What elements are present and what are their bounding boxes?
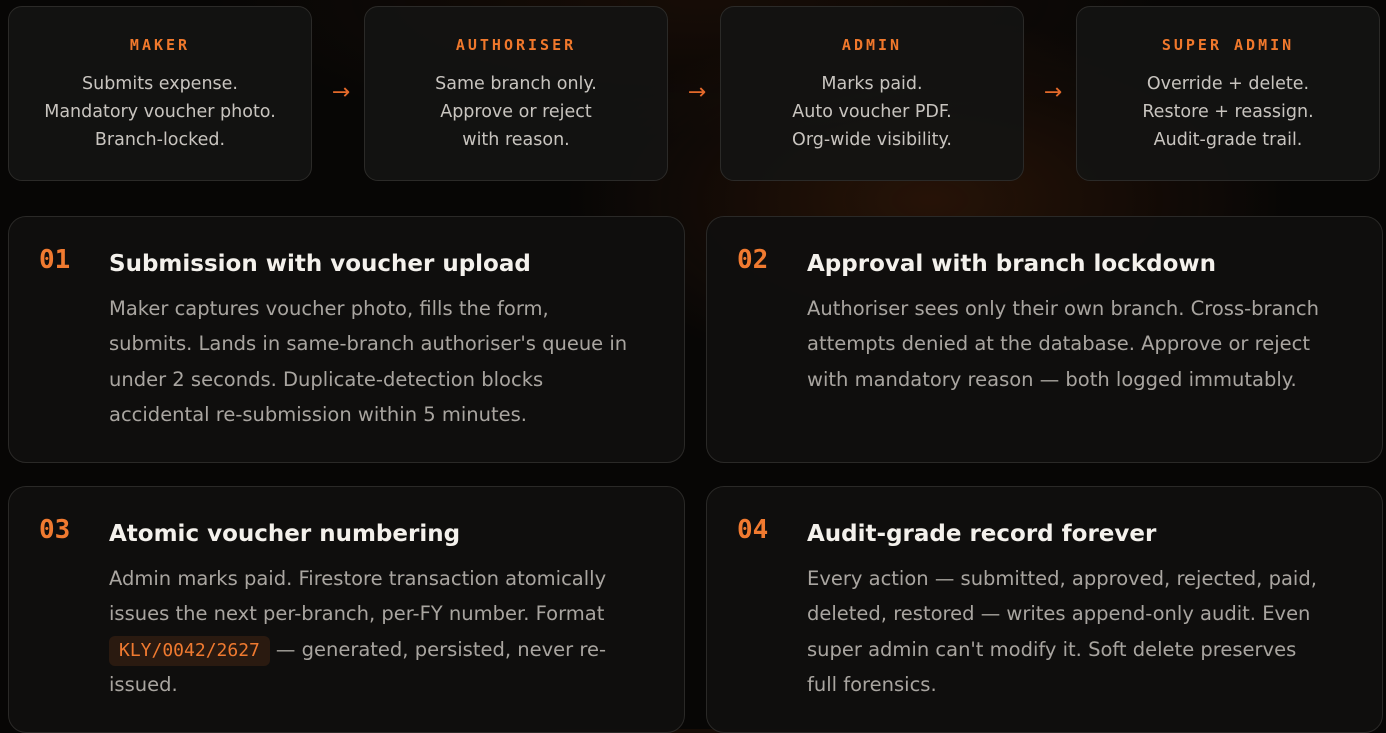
feature-line: super admin can't modify it. Soft delete… — [807, 637, 1297, 661]
feature-line: attempts denied at the database. Approve… — [807, 332, 1311, 356]
role-flow: MAKER Submits expense. Mandatory voucher… — [8, 6, 1382, 183]
feature-card-voucher-numbering: 03 Atomic voucher numbering Admin marks … — [8, 486, 685, 733]
role-card-authoriser: AUTHORISER Same branch only. Approve or … — [364, 6, 668, 181]
feature-description: Maker captures voucher photo, fills the … — [109, 291, 669, 432]
feature-description: Every action — submitted, approved, reje… — [807, 561, 1367, 702]
flow-arrow-icon: → — [687, 80, 707, 105]
feature-description: Authoriser sees only their own branch. C… — [807, 291, 1367, 397]
role-title: AUTHORISER — [455, 36, 577, 54]
feature-number: 03 — [39, 515, 71, 545]
feature-line: issued. — [109, 672, 178, 696]
role-line: Org-wide visibility. — [792, 130, 952, 150]
feature-number: 04 — [737, 515, 769, 545]
feature-line: accidental re-submission within 5 minute… — [109, 402, 527, 426]
role-line: Mandatory voucher photo. — [44, 102, 276, 122]
role-description: Submits expense. Mandatory voucher photo… — [9, 70, 311, 154]
feature-line: with mandatory reason — both logged immu… — [807, 367, 1297, 391]
flow-arrow-icon: → — [1043, 80, 1063, 105]
role-line: Auto voucher PDF. — [792, 102, 952, 122]
feature-line: Every action — submitted, approved, reje… — [807, 567, 1317, 590]
feature-line-suffix: — generated, persisted, never re- — [275, 637, 606, 661]
feature-card-audit: 04 Audit-grade record forever Every acti… — [706, 486, 1383, 733]
role-description: Same branch only. Approve or reject with… — [365, 70, 667, 154]
feature-title: Audit-grade record forever — [807, 521, 1157, 547]
feature-line: Authoriser sees only their own branch. C… — [807, 297, 1319, 320]
role-description: Marks paid. Auto voucher PDF. Org-wide v… — [721, 70, 1023, 154]
feature-title: Atomic voucher numbering — [109, 521, 461, 547]
feature-card-approval: 02 Approval with branch lockdown Authori… — [706, 216, 1383, 463]
role-line: Approve or reject — [440, 102, 592, 122]
feature-line: submits. Lands in same-branch authoriser… — [109, 332, 628, 356]
role-title: ADMIN — [841, 36, 903, 54]
feature-title: Approval with branch lockdown — [807, 251, 1217, 277]
feature-number: 01 — [39, 245, 71, 275]
feature-card-submission: 01 Submission with voucher upload Maker … — [8, 216, 685, 463]
feature-line: full forensics. — [807, 672, 937, 696]
feature-line: under 2 seconds. Duplicate-detection blo… — [109, 367, 544, 391]
role-line: Restore + reassign. — [1142, 102, 1314, 122]
role-line: Same branch only. — [435, 74, 597, 94]
voucher-format-code: KLY/0042/2627 — [109, 635, 270, 666]
feature-title: Submission with voucher upload — [109, 251, 531, 277]
role-description: Override + delete. Restore + reassign. A… — [1077, 70, 1379, 154]
flow-arrow-icon: → — [331, 80, 351, 105]
feature-line: issues the next per-branch, per-FY numbe… — [109, 602, 605, 626]
role-card-admin: ADMIN Marks paid. Auto voucher PDF. Org-… — [720, 6, 1024, 181]
feature-line-with-code: KLY/0042/2627— generated, persisted, nev… — [109, 632, 669, 667]
feature-line: deleted, restored — writes append-only a… — [807, 602, 1311, 626]
role-line: Branch-locked. — [94, 130, 226, 150]
role-card-maker: MAKER Submits expense. Mandatory voucher… — [8, 6, 312, 181]
feature-line: Admin marks paid. Firestore transaction … — [109, 567, 607, 590]
role-title: MAKER — [129, 36, 191, 54]
feature-number: 02 — [737, 245, 769, 275]
role-card-super-admin: SUPER ADMIN Override + delete. Restore +… — [1076, 6, 1380, 181]
feature-description: Admin marks paid. Firestore transaction … — [109, 561, 669, 702]
role-line: Marks paid. — [821, 74, 923, 94]
role-title: SUPER ADMIN — [1161, 36, 1295, 54]
role-line: Submits expense. — [82, 74, 238, 94]
role-line: Override + delete. — [1146, 74, 1310, 94]
role-line: Audit-grade trail. — [1153, 130, 1303, 150]
role-line: with reason. — [462, 130, 570, 150]
feature-line: Maker captures voucher photo, fills the … — [109, 297, 549, 320]
